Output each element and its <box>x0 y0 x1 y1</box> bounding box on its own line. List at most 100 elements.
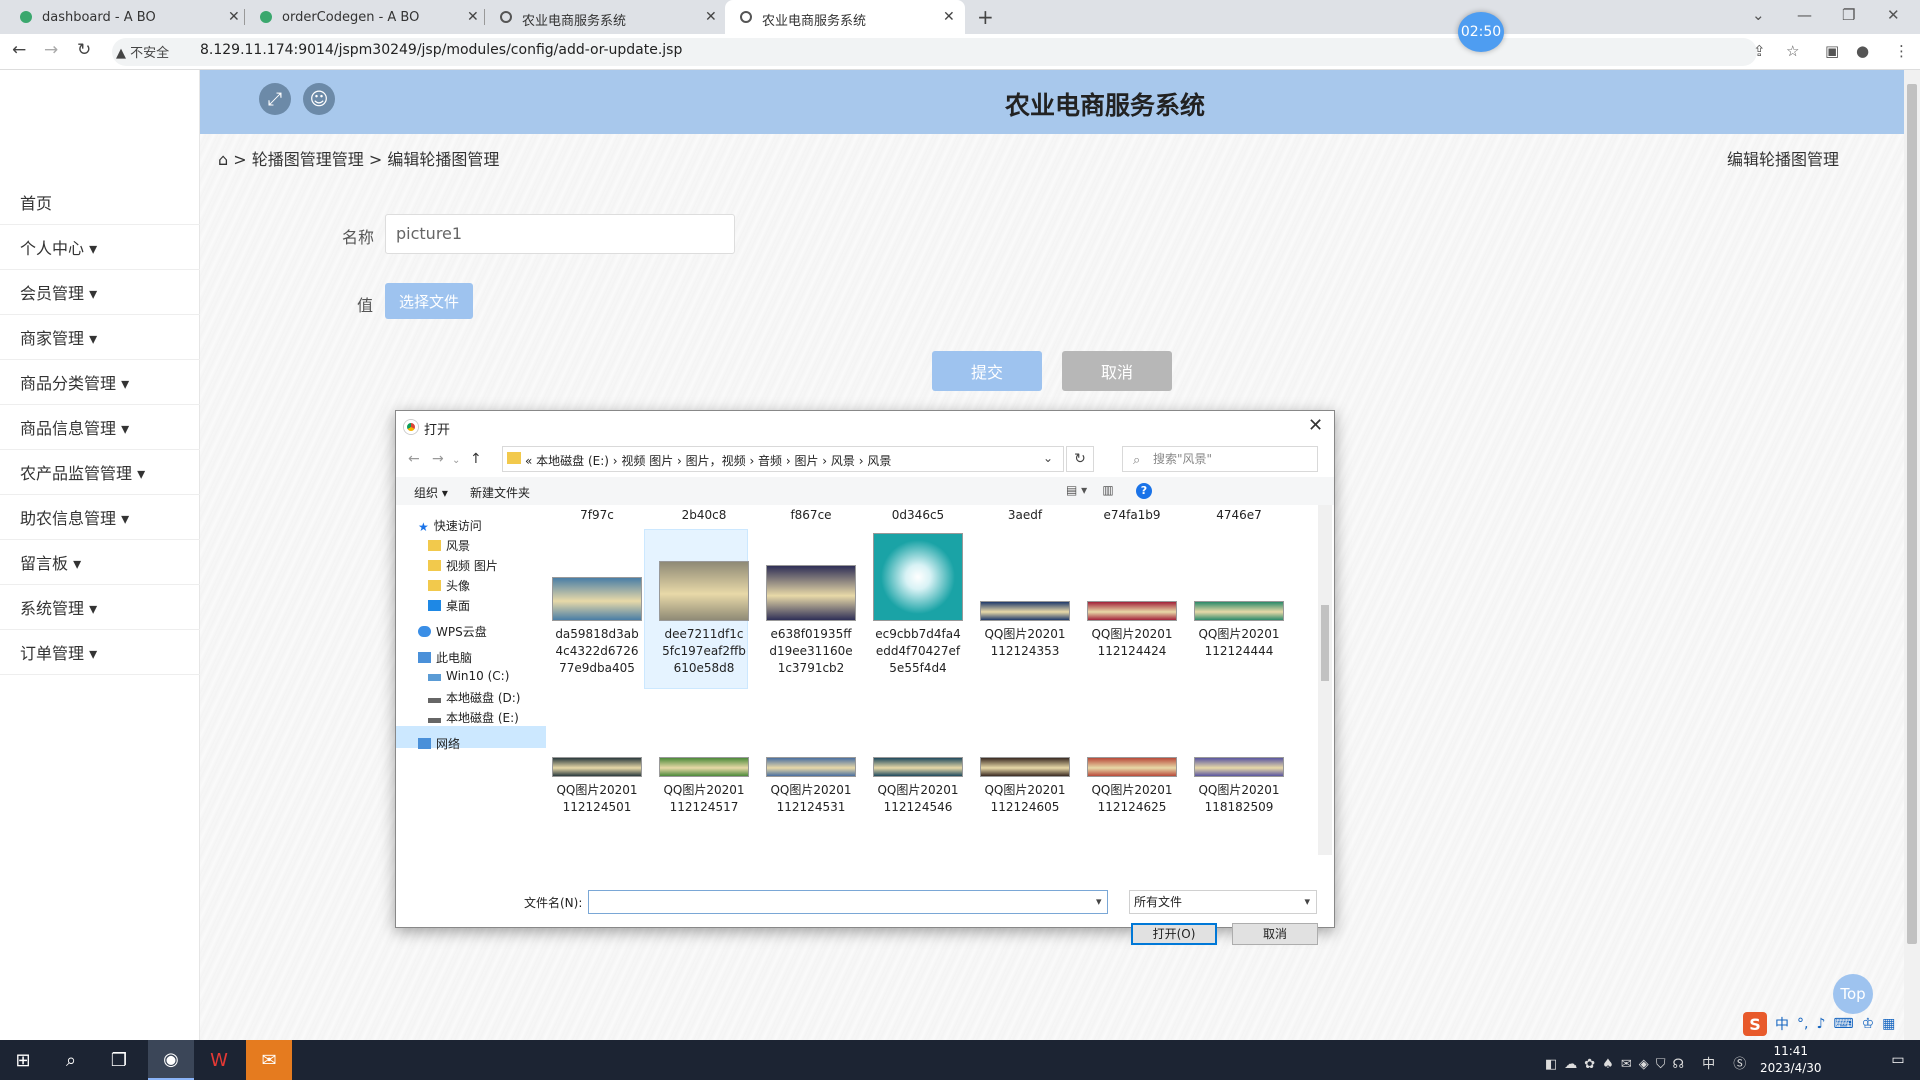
tab-ordercodegen[interactable]: orderCodegen - A BO ✕ <box>245 0 485 34</box>
chevron-down-icon[interactable]: ⌄ <box>1043 451 1053 465</box>
sidebar-item-system[interactable]: 系统管理 ▾ <box>0 585 200 630</box>
refresh-icon[interactable]: ↻ <box>1066 446 1094 472</box>
nav-quick-access[interactable]: ★ 快速访问 <box>418 517 482 534</box>
not-secure-badge[interactable]: ▲ 不安全 <box>116 42 169 61</box>
sidebar-item-merchant[interactable]: 商家管理 ▾ <box>0 315 200 360</box>
nav-drive-c[interactable]: Win10 (C:) <box>428 669 509 683</box>
notification-icon[interactable]: ▭ <box>1875 1040 1920 1080</box>
minimize-icon[interactable]: — <box>1797 6 1812 24</box>
home-icon[interactable]: ⌂ <box>218 150 228 169</box>
sidebar-item-product-info[interactable]: 商品信息管理 ▾ <box>0 405 200 450</box>
bookmark-star-icon[interactable]: ☆ <box>1786 42 1799 60</box>
sidebar-item-message-board[interactable]: 留言板 ▾ <box>0 540 200 585</box>
restore-icon[interactable]: ❐ <box>1842 6 1855 24</box>
file-item[interactable]: QQ图片20201112124546 <box>873 687 963 837</box>
tab-search-chevron-icon[interactable]: ⌄ <box>1752 6 1765 24</box>
profile-icon[interactable]: ● <box>1856 42 1869 60</box>
share-icon[interactable]: ⇪ <box>1753 42 1766 60</box>
user-icon[interactable]: ☺ <box>303 83 335 115</box>
new-folder-button[interactable]: 新建文件夹 <box>470 484 530 501</box>
file-item[interactable]: da59818d3ab4c4322d672677e9dba405 <box>552 531 642 681</box>
page-scrollbar-thumb[interactable] <box>1907 84 1917 944</box>
forward-arrow-icon[interactable]: → <box>432 451 444 467</box>
file-item-partial[interactable]: 7f97c <box>554 507 640 524</box>
keyboard-icon[interactable]: ⌨ <box>1833 1016 1853 1032</box>
chevron-down-icon[interactable]: ▾ <box>1096 895 1102 908</box>
ime-toolbar[interactable]: S 中 °, ♪ ⌨ ♔ ▦ <box>1743 1010 1895 1038</box>
windows-start-icon[interactable]: ⊞ <box>0 1040 46 1080</box>
recent-chevron-icon[interactable]: ⌄ <box>452 455 460 466</box>
nav-this-pc[interactable]: 此电脑 <box>418 649 472 666</box>
sogou-logo-icon[interactable]: S <box>1743 1012 1767 1036</box>
file-item[interactable]: e638f01935ffd19ee31160e1c3791cb2 <box>766 531 856 681</box>
nav-desktop[interactable]: 桌面 <box>428 597 470 614</box>
sidebar-item-aid-info[interactable]: 助农信息管理 ▾ <box>0 495 200 540</box>
toolbox-icon[interactable]: ▦ <box>1882 1016 1895 1032</box>
nav-network[interactable]: 网络 <box>418 735 460 752</box>
fullscreen-toggle-icon[interactable]: ⤢ <box>259 83 291 115</box>
url-text[interactable]: 8.129.11.174:9014/jspm30249/jsp/modules/… <box>200 42 682 58</box>
open-button[interactable]: 打开(O) <box>1131 923 1217 945</box>
organize-menu[interactable]: 组织 ▾ <box>414 484 448 501</box>
sidebar-item-home[interactable]: 首页 <box>0 180 200 225</box>
filename-input[interactable] <box>588 890 1108 914</box>
file-item-partial[interactable]: e74fa1b9 <box>1089 507 1175 524</box>
wechat-taskbar-icon[interactable]: ✉ <box>246 1040 292 1080</box>
file-item[interactable]: dee7211df1c5fc197eaf2ffb610e58d8 <box>659 531 749 681</box>
nav-folder-scenery[interactable]: 风景 <box>428 537 470 554</box>
file-item[interactable]: QQ图片20201118182509 <box>1194 687 1284 837</box>
view-options-icon[interactable]: ▤ ▾ ▥ <box>1066 483 1114 497</box>
file-item-partial[interactable]: 4746e7 <box>1196 507 1282 524</box>
dialog-close-icon[interactable]: ✕ <box>1308 415 1323 436</box>
sidebar-item-personal-center[interactable]: 个人中心 ▾ <box>0 225 200 270</box>
file-item-partial[interactable]: 0d346c5 <box>875 507 961 524</box>
nav-wps-cloud[interactable]: WPS云盘 <box>418 623 487 640</box>
choose-file-button[interactable]: 选择文件 <box>385 283 473 319</box>
sidebar-item-category[interactable]: 商品分类管理 ▾ <box>0 360 200 405</box>
file-item[interactable]: QQ图片20201112124424 <box>1087 531 1177 681</box>
search-input[interactable]: ⌕ 搜索"风景" <box>1122 446 1318 472</box>
file-item[interactable]: QQ图片20201112124531 <box>766 687 856 837</box>
close-icon[interactable]: ✕ <box>228 9 240 25</box>
path-breadcrumb-box[interactable]: « 本地磁盘 (E:) › 视频 图片 › 图片，视频 › 音频 › 图片 › … <box>502 446 1064 472</box>
sidebar-item-member[interactable]: 会员管理 ▾ <box>0 270 200 315</box>
punctuation-icon[interactable]: °, <box>1797 1016 1808 1032</box>
file-item[interactable]: QQ图片20201112124605 <box>980 687 1070 837</box>
skin-icon[interactable]: ♔ <box>1862 1016 1875 1032</box>
file-item[interactable]: QQ图片20201112124353 <box>980 531 1070 681</box>
side-panel-icon[interactable]: ▣ <box>1825 42 1839 60</box>
nav-drive-d[interactable]: 本地磁盘 (D:) <box>428 689 520 706</box>
reload-icon[interactable]: ↻ <box>77 40 91 60</box>
dialog-cancel-button[interactable]: 取消 <box>1232 923 1318 945</box>
cancel-button[interactable]: 取消 <box>1062 351 1172 391</box>
close-icon[interactable]: ✕ <box>943 9 955 25</box>
task-view-icon[interactable]: ❐ <box>96 1040 142 1080</box>
file-list-scrollbar-thumb[interactable] <box>1321 605 1329 681</box>
breadcrumb-carousel-manage[interactable]: 轮播图管理管理 <box>252 150 364 169</box>
file-item-partial[interactable]: f867ce <box>768 507 854 524</box>
file-item[interactable]: QQ图片20201112124501 <box>552 687 642 837</box>
microphone-icon[interactable]: ♪ <box>1816 1016 1825 1032</box>
new-tab-plus-icon[interactable]: + <box>977 5 994 29</box>
help-icon[interactable]: ? <box>1136 483 1152 499</box>
tab-agri-system-active[interactable]: 农业电商服务系统 ✕ <box>725 0 965 34</box>
up-arrow-icon[interactable]: ↑ <box>470 451 482 467</box>
nav-drive-e[interactable]: 本地磁盘 (E:) <box>428 709 519 726</box>
back-to-top-button[interactable]: Top <box>1833 974 1873 1014</box>
file-item[interactable]: QQ图片20201112124517 <box>659 687 749 837</box>
forward-arrow-icon[interactable]: → <box>44 40 58 60</box>
sidebar-item-orders[interactable]: 订单管理 ▾ <box>0 630 200 675</box>
menu-kebab-icon[interactable]: ⋮ <box>1894 42 1909 60</box>
filetype-select[interactable]: 所有文件 ▾ <box>1129 890 1317 914</box>
nav-folder-video-pictures[interactable]: 视频 图片 <box>428 557 498 574</box>
nav-folder-avatars[interactable]: 头像 <box>428 577 470 594</box>
wps-taskbar-icon[interactable]: W <box>196 1040 242 1080</box>
file-item-partial[interactable]: 3aedf <box>982 507 1068 524</box>
close-window-icon[interactable]: ✕ <box>1887 6 1900 24</box>
name-input[interactable]: picture1 <box>385 214 735 254</box>
chrome-taskbar-icon[interactable]: ◉ <box>148 1040 194 1080</box>
recording-timer[interactable]: 02:50 <box>1458 12 1504 52</box>
search-icon[interactable]: ⌕ <box>48 1040 94 1080</box>
back-arrow-icon[interactable]: ← <box>408 451 420 467</box>
clock[interactable]: 11:41 2023/4/30 <box>1760 1043 1822 1077</box>
